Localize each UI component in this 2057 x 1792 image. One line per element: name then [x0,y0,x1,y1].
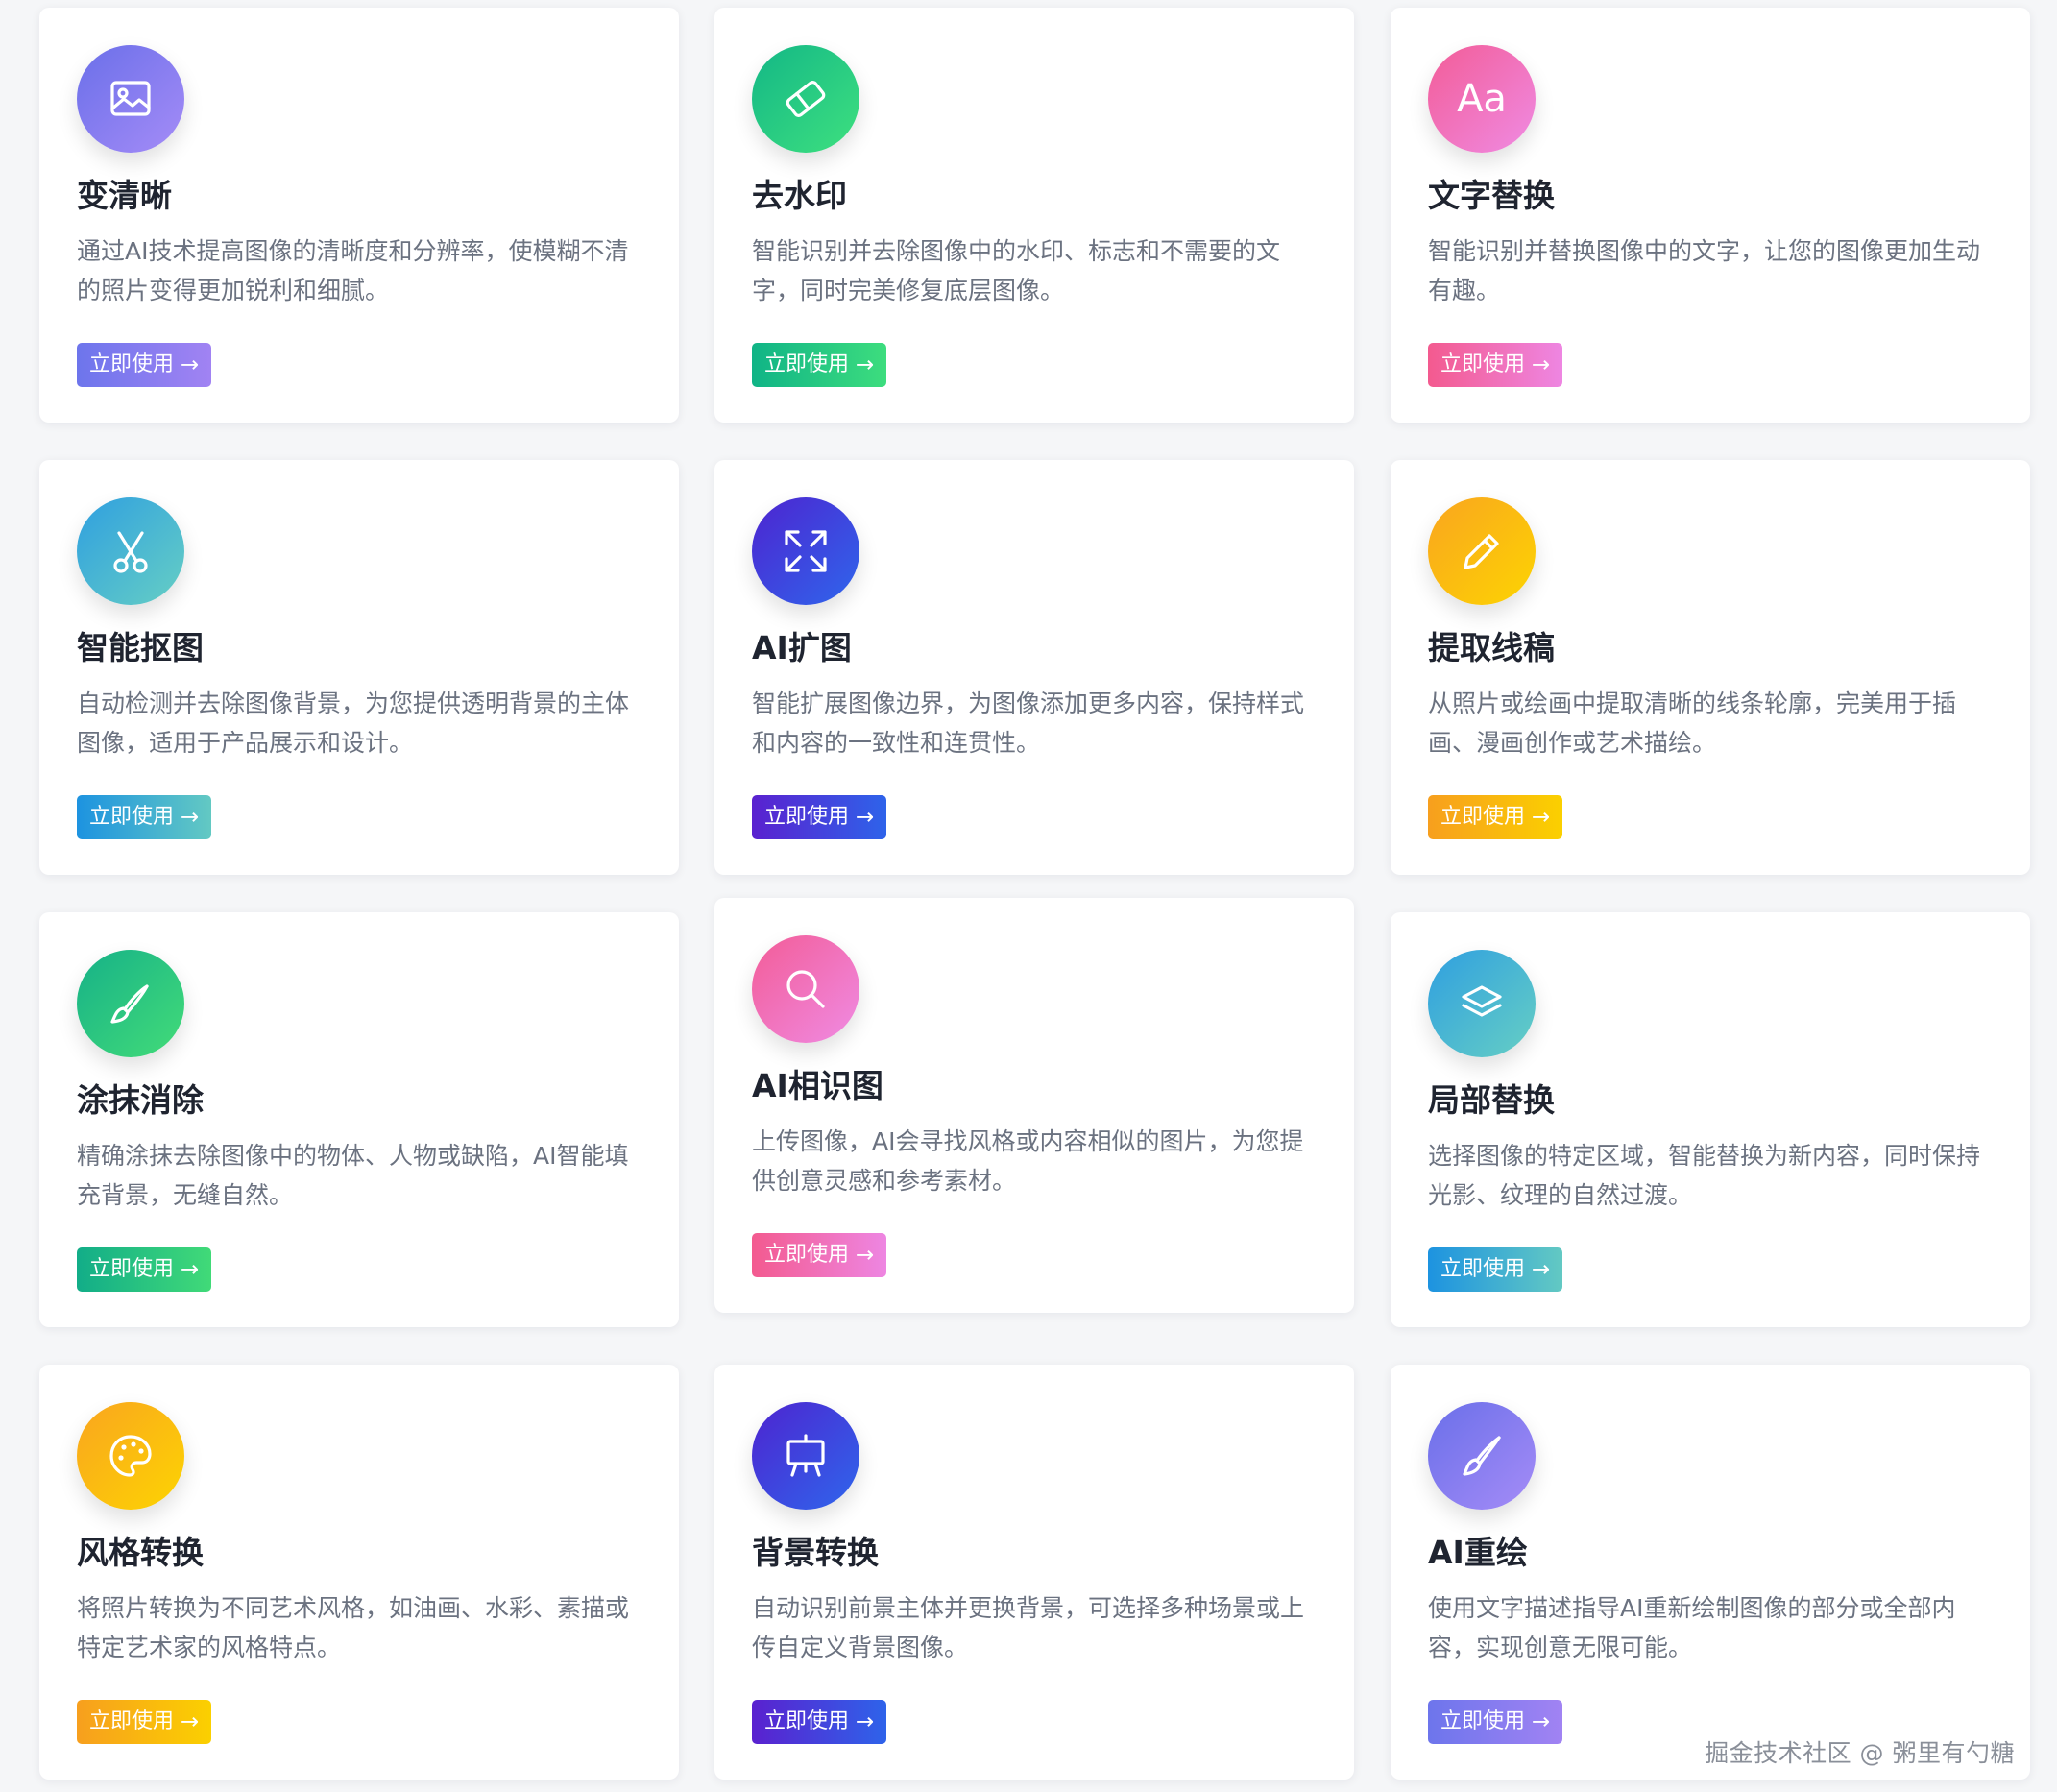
card-description: 自动检测并去除图像背景，为您提供透明背景的主体图像，适用于产品展示和设计。 [77,690,630,757]
feature-card: 智能抠图自动检测并去除图像背景，为您提供透明背景的主体图像，适用于产品展示和设计… [39,460,679,875]
feature-card: 局部替换选择图像的特定区域，智能替换为新内容，同时保持光影、纹理的自然过渡。立即… [1391,912,2030,1327]
use-now-button[interactable]: 立即使用 → [1428,343,1563,387]
card-title: 变清晰 [77,177,172,214]
use-now-button[interactable]: 立即使用 → [752,795,887,839]
card-title: 去水印 [752,177,847,214]
card-title: 涂抹消除 [77,1081,204,1119]
arrow-right-icon: → [1532,351,1551,377]
expand-icon [752,497,859,605]
card-title: 智能抠图 [77,629,204,666]
feature-card: AI扩图智能扩展图像边界，为图像添加更多内容，保持样式和内容的一致性和连贯性。立… [714,460,1354,875]
palette-icon [77,1402,184,1510]
arrow-right-icon: → [856,1242,875,1268]
card-description: 将照片转换为不同艺术风格，如油画、水彩、素描或特定艺术家的风格特点。 [77,1594,630,1661]
arrow-right-icon: → [181,804,200,830]
use-now-label: 立即使用 [89,805,175,829]
use-now-label: 立即使用 [764,1709,850,1733]
card-title: 背景转换 [752,1534,879,1571]
use-now-button[interactable]: 立即使用 → [77,1700,212,1744]
use-now-button[interactable]: 立即使用 → [752,343,887,387]
card-title: 文字替换 [1428,177,1555,214]
card-title: AI相识图 [752,1067,883,1104]
use-now-label: 立即使用 [1440,352,1526,376]
card-description: 自动识别前景主体并更换背景，可选择多种场景或上传自定义背景图像。 [752,1594,1305,1661]
arrow-right-icon: → [856,1708,875,1734]
feature-card: Aa 文字替换智能识别并替换图像中的文字，让您的图像更加生动有趣。立即使用 → [1391,8,2030,423]
feature-card: 变清晰通过AI技术提高图像的清晰度和分辨率，使模糊不清的照片变得更加锐利和细腻。… [39,8,679,423]
image-icon [77,45,184,153]
text-icon: Aa [1428,45,1536,153]
use-now-label: 立即使用 [89,1709,175,1733]
use-now-button[interactable]: 立即使用 → [1428,1247,1563,1292]
use-now-button[interactable]: 立即使用 → [1428,795,1563,839]
use-now-label: 立即使用 [764,1243,850,1267]
use-now-button[interactable]: 立即使用 → [77,343,212,387]
arrow-right-icon: → [181,1256,200,1282]
use-now-label: 立即使用 [764,352,850,376]
pencil-icon [1428,497,1536,605]
card-title: 局部替换 [1428,1081,1555,1119]
icon-glyph: Aa [1457,77,1507,121]
card-description: 选择图像的特定区域，智能替换为新内容，同时保持光影、纹理的自然过渡。 [1428,1142,1981,1209]
card-title: AI重绘 [1428,1534,1528,1571]
feature-card: 风格转换将照片转换为不同艺术风格，如油画、水彩、素描或特定艺术家的风格特点。立即… [39,1365,679,1780]
eraser-icon [752,45,859,153]
card-description: 智能扩展图像边界，为图像添加更多内容，保持样式和内容的一致性和连贯性。 [752,690,1305,757]
card-description: 智能识别并替换图像中的文字，让您的图像更加生动有趣。 [1428,237,1981,304]
arrow-right-icon: → [1532,804,1551,830]
card-description: 精确涂抹去除图像中的物体、人物或缺陷，AI智能填充背景，无缝自然。 [77,1142,629,1209]
card-description: 智能识别并去除图像中的水印、标志和不需要的文字，同时完美修复底层图像。 [752,237,1281,304]
feature-card: 提取线稿从照片或绘画中提取清晰的线条轮廓，完美用于插画、漫画创作或艺术描绘。立即… [1391,460,2030,875]
search-icon [752,935,859,1043]
use-now-label: 立即使用 [1440,805,1526,829]
arrow-right-icon: → [181,1708,200,1734]
arrow-right-icon: → [1532,1708,1551,1734]
easel-icon [752,1402,859,1510]
feature-card: AI重绘使用文字描述指导AI重新绘制图像的部分或全部内容，实现创意无限可能。立即… [1391,1365,2030,1780]
use-now-button[interactable]: 立即使用 → [752,1700,887,1744]
feature-card: 背景转换自动识别前景主体并更换背景，可选择多种场景或上传自定义背景图像。立即使用… [714,1365,1354,1780]
watermark: 掘金技术社区 @ 粥里有勺糖 [1705,1739,2015,1767]
use-now-label: 立即使用 [89,352,175,376]
feature-card: AI相识图上传图像，AI会寻找风格或内容相似的图片，为您提供创意灵感和参考素材。… [714,898,1354,1313]
use-now-label: 立即使用 [1440,1257,1526,1281]
arrow-right-icon: → [181,351,200,377]
scissors-icon [77,497,184,605]
use-now-label: 立即使用 [764,805,850,829]
arrow-right-icon: → [856,804,875,830]
paintbrush-icon [1428,1402,1536,1510]
use-now-button[interactable]: 立即使用 → [752,1233,887,1277]
feature-card: 去水印智能识别并去除图像中的水印、标志和不需要的文字，同时完美修复底层图像。立即… [714,8,1354,423]
card-title: AI扩图 [752,629,852,666]
card-title: 风格转换 [77,1534,204,1571]
arrow-right-icon: → [1532,1256,1551,1282]
use-now-button[interactable]: 立即使用 → [1428,1700,1563,1744]
feature-card: 涂抹消除精确涂抹去除图像中的物体、人物或缺陷，AI智能填充背景，无缝自然。立即使… [39,912,679,1327]
use-now-button[interactable]: 立即使用 → [77,1247,212,1292]
card-description: 通过AI技术提高图像的清晰度和分辨率，使模糊不清的照片变得更加锐利和细腻。 [77,237,629,304]
card-description: 使用文字描述指导AI重新绘制图像的部分或全部内容，实现创意无限可能。 [1428,1594,1956,1661]
layers-icon [1428,950,1536,1057]
use-now-button[interactable]: 立即使用 → [77,795,212,839]
card-description: 上传图像，AI会寻找风格或内容相似的图片，为您提供创意灵感和参考素材。 [752,1127,1304,1195]
feature-grid: 变清晰通过AI技术提高图像的清晰度和分辨率，使模糊不清的照片变得更加锐利和细腻。… [0,0,2057,1792]
card-description: 从照片或绘画中提取清晰的线条轮廓，完美用于插画、漫画创作或艺术描绘。 [1428,690,1957,757]
card-title: 提取线稿 [1428,629,1555,666]
use-now-label: 立即使用 [1440,1709,1526,1733]
use-now-label: 立即使用 [89,1257,175,1281]
arrow-right-icon: → [856,351,875,377]
brush-icon [77,950,184,1057]
